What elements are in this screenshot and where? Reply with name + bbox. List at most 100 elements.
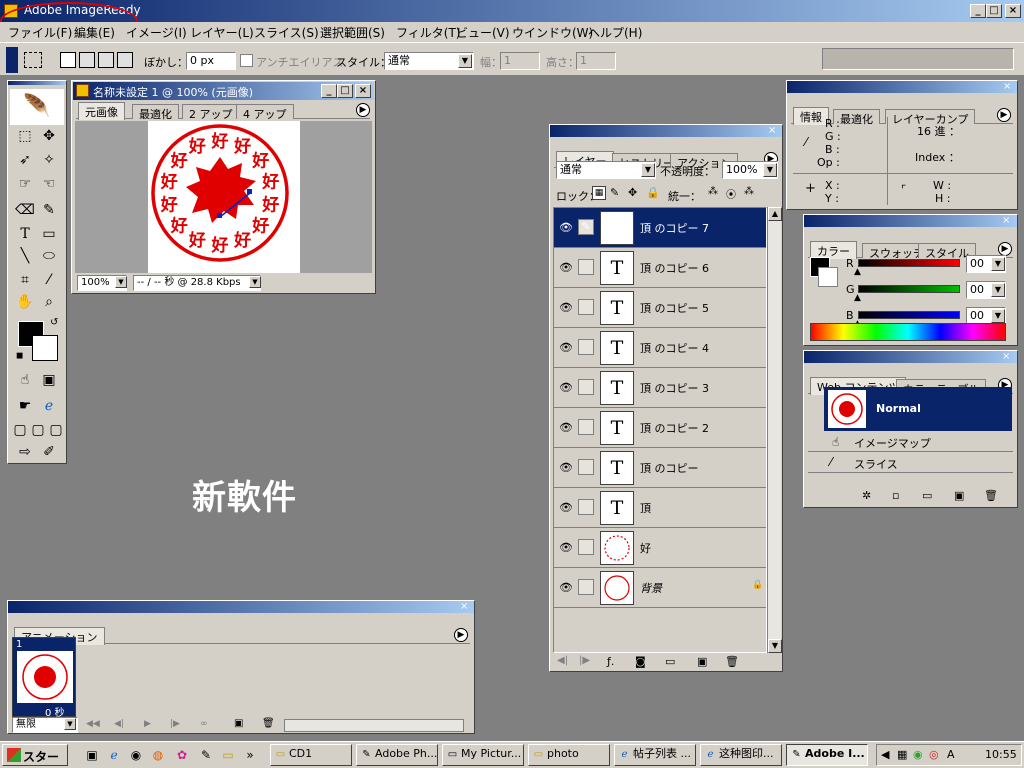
tween-icon[interactable]: ∞ <box>200 719 208 729</box>
menu-view[interactable]: ビュー(V) <box>456 24 510 41</box>
layer-trash-icon[interactable]: 🗑 <box>725 655 739 668</box>
layer-row[interactable]: 👁 好 <box>554 528 766 568</box>
hand-icon[interactable]: ✋ <box>14 291 36 313</box>
layer-row[interactable]: 👁 T 頂 のコピー 3 <box>554 368 766 408</box>
selection-mode-intersect-icon[interactable] <box>117 52 133 68</box>
menu-file[interactable]: ファイル(F) <box>8 24 72 41</box>
tray-antivirus-icon[interactable]: ◎ <box>929 748 939 761</box>
tray-volume-icon[interactable]: ◀ <box>881 748 889 761</box>
crop-hand-icon[interactable]: ☞ <box>14 173 36 195</box>
quicklaunch-pen-icon[interactable]: ✎ <box>198 747 214 763</box>
info-close-icon[interactable]: × <box>1003 81 1011 92</box>
swap-colors-icon[interactable]: ↺ <box>50 317 58 328</box>
close-button[interactable]: × <box>1005 4 1021 18</box>
quicklaunch-firefox-icon[interactable]: ◍ <box>150 747 166 763</box>
menu-help[interactable]: ヘルプ(H) <box>588 24 642 41</box>
slider-knob-icon[interactable]: ▲ <box>854 293 861 303</box>
web-trash-icon[interactable]: 🗑 <box>984 489 998 502</box>
eye-icon[interactable]: 👁 <box>557 379 575 397</box>
channel-dropdown-icon[interactable]: ▼ <box>991 257 1005 271</box>
tray-shield-icon[interactable]: ◉ <box>913 748 923 761</box>
rectangle-icon[interactable]: ▭ <box>38 223 60 245</box>
marquee-icon[interactable]: ⬚ <box>14 125 36 147</box>
selection-mode-add-icon[interactable] <box>79 52 95 68</box>
loop-dropdown-icon[interactable]: ▼ <box>64 718 76 730</box>
web-new-set-icon[interactable]: ▫ <box>892 489 899 502</box>
move-icon[interactable]: ✥ <box>38 125 60 147</box>
scroll-down-icon[interactable]: ▼ <box>768 639 782 653</box>
download-time-select[interactable]: -- / -- 秒 @ 28.8 Kbps <box>133 275 261 291</box>
start-button[interactable]: スタート <box>2 744 68 768</box>
selection-mode-new-icon[interactable] <box>60 52 76 68</box>
selection-mode-subtract-icon[interactable] <box>98 52 114 68</box>
slice-select-icon[interactable]: ☜ <box>38 173 60 195</box>
minimize-button[interactable]: _ <box>970 4 986 18</box>
download-time-dropdown-icon[interactable]: ▼ <box>249 276 261 288</box>
layer-row[interactable]: 👁 T 頂 のコピー 6 <box>554 248 766 288</box>
taskbar-stamp-thread[interactable]: ℯ 这种图印... <box>700 744 782 766</box>
layer-new-set-icon[interactable]: ▭ <box>665 655 675 668</box>
layer-row[interactable]: 👁 T 頂 のコピー 4 <box>554 328 766 368</box>
screen-mode-2-icon[interactable]: ▢ <box>30 419 46 441</box>
web-folder-icon[interactable]: ▭ <box>922 489 932 502</box>
taskbar-photoshop[interactable]: ✎ Adobe Ph... <box>356 744 438 766</box>
web-item-slice[interactable]: スライス <box>854 456 898 472</box>
web-item-imagemap[interactable]: イメージマップ <box>854 435 931 451</box>
zoom-icon[interactable]: ⌕ <box>38 291 60 313</box>
unify-visibility-icon[interactable]: ⦿ <box>726 186 736 201</box>
tray-ime-icon[interactable]: A <box>947 748 955 761</box>
link-box[interactable] <box>578 459 594 475</box>
preview-browser-icon[interactable]: ℯ <box>38 395 60 417</box>
layers-close-icon[interactable]: × <box>768 125 776 136</box>
width-input[interactable]: 1 <box>500 52 540 70</box>
jump-to-photoshop-icon[interactable]: ⇨ <box>14 441 36 463</box>
eye-icon[interactable]: 👁 <box>557 299 575 317</box>
quicklaunch-ie-icon[interactable]: ℯ <box>106 747 122 763</box>
frame-1[interactable]: 1 0 秒 <box>12 637 76 719</box>
document-minimize-button[interactable]: _ <box>321 84 337 98</box>
document-menu-icon[interactable]: ▶ <box>356 103 370 117</box>
background-color-swatch[interactable] <box>32 335 58 361</box>
layers-scrollbar[interactable]: ▲ ▼ <box>767 207 782 653</box>
layer-row[interactable]: 👁 T 頂 のコピー 5 <box>554 288 766 328</box>
play-icon[interactable]: ▶ <box>144 719 151 729</box>
eye-icon[interactable]: 👁 <box>557 539 575 557</box>
link-box[interactable] <box>578 499 594 515</box>
scroll-up-icon[interactable]: ▲ <box>768 207 782 221</box>
taskbar-photo[interactable]: ▭ photo <box>528 744 610 766</box>
menu-select[interactable]: 選択範囲(S) <box>320 24 385 41</box>
opacity-dropdown-icon[interactable]: ▼ <box>763 163 777 177</box>
default-colors-icon[interactable]: ◼ <box>16 351 23 361</box>
taskbar-imageready[interactable]: ✎ Adobe I... <box>786 744 868 766</box>
layer-row[interactable]: 👁 T 頂 のコピー 2 <box>554 408 766 448</box>
link-box[interactable] <box>578 419 594 435</box>
toolbox-title[interactable] <box>8 81 66 85</box>
palette-well[interactable] <box>822 48 1014 70</box>
link-box[interactable] <box>578 539 594 555</box>
unify-style-icon[interactable]: ⁂ <box>744 186 754 197</box>
duplicate-frame-icon[interactable]: ▣ <box>234 718 243 729</box>
preview-document-icon[interactable]: ☛ <box>14 395 36 417</box>
link-box[interactable] <box>578 299 594 315</box>
layer-row[interactable]: 👁 ✎ T 頂 のコピー 7 <box>554 208 766 248</box>
menu-filter[interactable]: フィルタ(T) <box>396 24 460 41</box>
animation-hscrollbar[interactable] <box>284 719 464 732</box>
slider-knob-icon[interactable]: ▲ <box>854 267 861 277</box>
channel-dropdown-icon[interactable]: ▼ <box>991 283 1005 297</box>
eraser-icon[interactable]: ⌫ <box>14 199 36 221</box>
eye-icon[interactable]: 👁 <box>557 339 575 357</box>
brush-icon[interactable]: ✎ <box>578 219 594 235</box>
lock-all-icon[interactable]: 🔒 <box>646 186 660 199</box>
animation-close-icon[interactable]: × <box>460 601 468 612</box>
lasso-icon[interactable]: ➶ <box>14 149 36 171</box>
screen-mode-1-icon[interactable]: ▢ <box>12 419 28 441</box>
animation-menu-icon[interactable]: ▶ <box>454 628 468 642</box>
layer-prev-frame-icon[interactable]: ◀| <box>557 655 568 666</box>
tab-optimized[interactable]: 最適化 <box>132 104 179 121</box>
taskbar-post-list[interactable]: ℯ 帖子列表 ... <box>614 744 696 766</box>
feather-logo-icon[interactable]: 🪶 <box>10 89 64 125</box>
type-icon[interactable]: T <box>14 223 36 245</box>
feather-input[interactable]: 0 px <box>186 52 236 70</box>
quicklaunch-folder-icon[interactable]: ▭ <box>220 747 236 763</box>
taskbar-mypictures[interactable]: ▭ My Pictur... <box>442 744 524 766</box>
